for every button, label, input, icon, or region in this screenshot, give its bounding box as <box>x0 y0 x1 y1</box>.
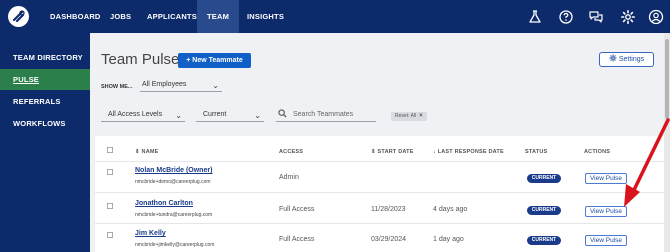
sidebar-item-referrals[interactable]: REFERRALS <box>0 91 90 112</box>
show-me-label: SHOW ME... <box>101 84 133 90</box>
page-title: Team Pulse <box>101 51 180 68</box>
teammates-table: ⇕ NAME ACCESS ⇕ START DATE ↓ LAST RESPON… <box>95 136 665 252</box>
table-row: Jonathon Carlton nmcbride+tundra@careerp… <box>95 193 665 224</box>
page-scrollbar[interactable] <box>664 33 670 252</box>
search-placeholder: Search Teammates <box>293 111 354 118</box>
row-checkbox[interactable] <box>107 169 113 175</box>
column-header-start-date-label: START DATE <box>377 149 414 155</box>
table-row: Nolan McBride (Owner) nmcbride+demo@care… <box>95 162 665 193</box>
scrollbar-thumb[interactable] <box>665 39 669 119</box>
close-icon[interactable]: × <box>419 113 423 119</box>
search-icon <box>278 109 287 118</box>
table-row: Jim Kelly nmcbride+jimkelly@careerplug.c… <box>95 224 665 252</box>
column-header-start-date[interactable]: ⇕ START DATE <box>371 149 414 155</box>
chevron-down-icon: ⌄ <box>175 111 182 120</box>
reset-filter-chip[interactable]: Reset: All × <box>391 112 427 121</box>
teammate-name-link[interactable]: Nolan McBride (Owner) <box>135 167 212 174</box>
reset-chip-label: Reset: All <box>395 113 417 119</box>
status-dropdown-value: Current <box>203 111 227 118</box>
help-circle-icon[interactable] <box>558 9 574 25</box>
status-badge: CURRENT <box>527 236 561 245</box>
nav-insights[interactable]: INSIGHTS <box>237 0 294 33</box>
access-levels-dropdown[interactable]: All Access Levels ⌄ <box>101 107 185 122</box>
start-date-cell: 03/29/2024 <box>371 236 407 243</box>
gear-icon <box>609 54 617 62</box>
view-pulse-button[interactable]: View Pulse <box>585 173 627 184</box>
gear-icon[interactable] <box>620 9 636 25</box>
access-cell: Full Access <box>279 206 315 213</box>
sidebar-item-workflows[interactable]: WORKFLOWS <box>0 113 90 134</box>
settings-label: Settings <box>618 56 645 63</box>
teammate-email: nmcbride+demo@careerplug.com <box>135 179 211 185</box>
main-content: Team Pulse + New Teammate Settings SHOW … <box>90 33 665 252</box>
sidebar-item-pulse[interactable]: PULSE <box>0 69 90 90</box>
select-all-checkbox[interactable] <box>107 147 113 153</box>
teammate-name-link[interactable]: Jonathon Carlton <box>135 200 193 207</box>
nav-team[interactable]: TEAM <box>197 0 240 33</box>
row-checkbox[interactable] <box>107 232 113 238</box>
teammate-name-link[interactable]: Jim Kelly <box>135 230 166 237</box>
top-nav: DASHBOARD JOBS APPLICANTS TEAM INSIGHTS <box>0 0 670 33</box>
column-header-status[interactable]: STATUS <box>525 149 547 155</box>
column-header-access[interactable]: ACCESS <box>279 149 303 155</box>
flask-icon[interactable] <box>527 9 543 25</box>
sidebar: TEAM DIRECTORY PULSE REFERRALS WORKFLOWS <box>0 33 90 252</box>
access-levels-value: All Access Levels <box>108 111 163 118</box>
status-dropdown[interactable]: Current ⌄ <box>196 107 264 122</box>
column-header-last-response[interactable]: ↓ LAST RESPONSE DATE <box>433 149 504 155</box>
access-cell: Full Access <box>279 236 315 243</box>
sidebar-item-team-directory[interactable]: TEAM DIRECTORY <box>0 47 90 68</box>
status-badge: CURRENT <box>527 174 561 183</box>
new-teammate-button[interactable]: + New Teammate <box>178 53 251 68</box>
row-checkbox[interactable] <box>107 203 113 209</box>
search-input[interactable]: Search Teammates <box>276 107 376 122</box>
nav-jobs[interactable]: JOBS <box>100 0 141 33</box>
chat-icon[interactable] <box>588 9 604 25</box>
last-response-cell: 1 day ago <box>433 236 464 243</box>
column-header-name-label: NAME <box>141 149 159 155</box>
view-pulse-button[interactable]: View Pulse <box>585 235 627 246</box>
employees-dropdown[interactable]: All Employees ⌄ <box>140 77 222 92</box>
start-date-cell: 11/28/2023 <box>371 206 406 213</box>
column-header-last-response-label: LAST RESPONSE DATE <box>437 149 504 155</box>
account-circle-icon[interactable] <box>648 9 664 25</box>
teammate-email: nmcbride+jimkelly@careerplug.com <box>135 242 215 248</box>
view-pulse-button[interactable]: View Pulse <box>585 206 627 217</box>
chevron-down-icon: ⌄ <box>212 81 219 90</box>
careerplug-logo[interactable] <box>8 6 29 27</box>
sidebar-item-label: PULSE <box>13 75 40 84</box>
settings-button[interactable]: Settings <box>599 52 654 67</box>
employees-dropdown-value: All Employees <box>142 81 187 88</box>
column-header-name[interactable]: ⇕ NAME <box>135 149 159 155</box>
teammate-email: nmcbride+tundra@careerplug.com <box>135 212 213 218</box>
access-cell: Admin <box>279 174 299 181</box>
column-header-actions: ACTIONS <box>584 149 611 155</box>
chevron-down-icon: ⌄ <box>254 111 261 120</box>
last-response-cell: 4 days ago <box>433 206 468 213</box>
status-badge: CURRENT <box>527 206 561 215</box>
